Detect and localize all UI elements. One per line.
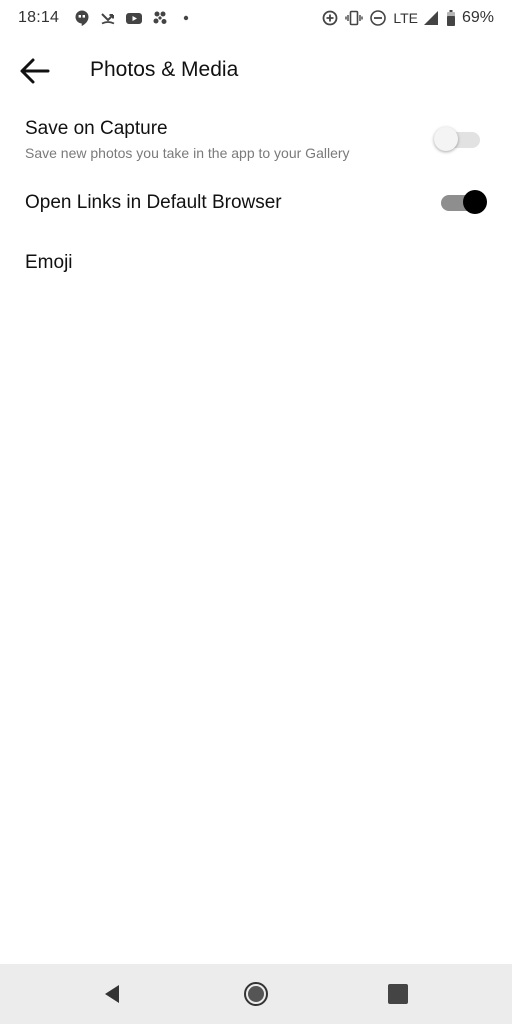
system-nav-bar — [0, 964, 512, 1024]
vibrate-icon — [345, 9, 364, 27]
setting-title: Open Links in Default Browser — [25, 192, 282, 213]
dot-icon — [177, 9, 195, 27]
setting-subtitle: Save new photos you take in the app to y… — [25, 145, 350, 161]
status-bar-right: LTE 69% — [321, 8, 494, 28]
setting-title: Save on Capture — [25, 118, 168, 139]
back-button[interactable] — [18, 56, 52, 86]
youtube-icon — [125, 9, 143, 27]
recents-square-icon — [388, 984, 408, 1004]
setting-title: Emoji — [25, 252, 73, 273]
toggle-thumb — [463, 190, 487, 214]
status-time: 18:14 — [18, 9, 60, 26]
screen: 18:14 LTE 69% Photos & Media Save on Cap… — [0, 0, 512, 1024]
do-not-disturb-icon — [369, 9, 387, 27]
home-circle-icon — [244, 982, 268, 1006]
setting-save-on-capture[interactable]: Save on Capture Save new photos you take… — [0, 112, 512, 172]
toggle-thumb — [434, 127, 458, 151]
battery-icon — [446, 9, 456, 27]
status-bar-left: 18:14 — [18, 8, 203, 28]
open-links-toggle[interactable] — [437, 189, 487, 215]
missed-call-icon — [99, 9, 117, 27]
save-on-capture-toggle[interactable] — [434, 126, 484, 152]
nav-home-button[interactable] — [242, 980, 270, 1008]
nav-recents-button[interactable] — [384, 980, 412, 1008]
setting-emoji[interactable]: Emoji — [0, 242, 512, 286]
arrow-left-icon — [20, 58, 50, 84]
signal-icon — [422, 9, 440, 27]
status-bar: 18:14 LTE 69% — [0, 0, 512, 36]
nav-back-button[interactable] — [99, 980, 127, 1008]
setting-open-links-default-browser[interactable]: Open Links in Default Browser — [0, 182, 512, 226]
battery-percentage: 69% — [461, 9, 494, 26]
back-triangle-icon — [105, 985, 119, 1003]
network-type-label: LTE — [393, 10, 418, 26]
page-title: Photos & Media — [90, 58, 239, 81]
hangouts-icon — [73, 9, 91, 27]
pinwheel-icon — [151, 9, 169, 27]
app-header: Photos & Media — [0, 44, 512, 98]
data-saver-icon — [321, 9, 339, 27]
